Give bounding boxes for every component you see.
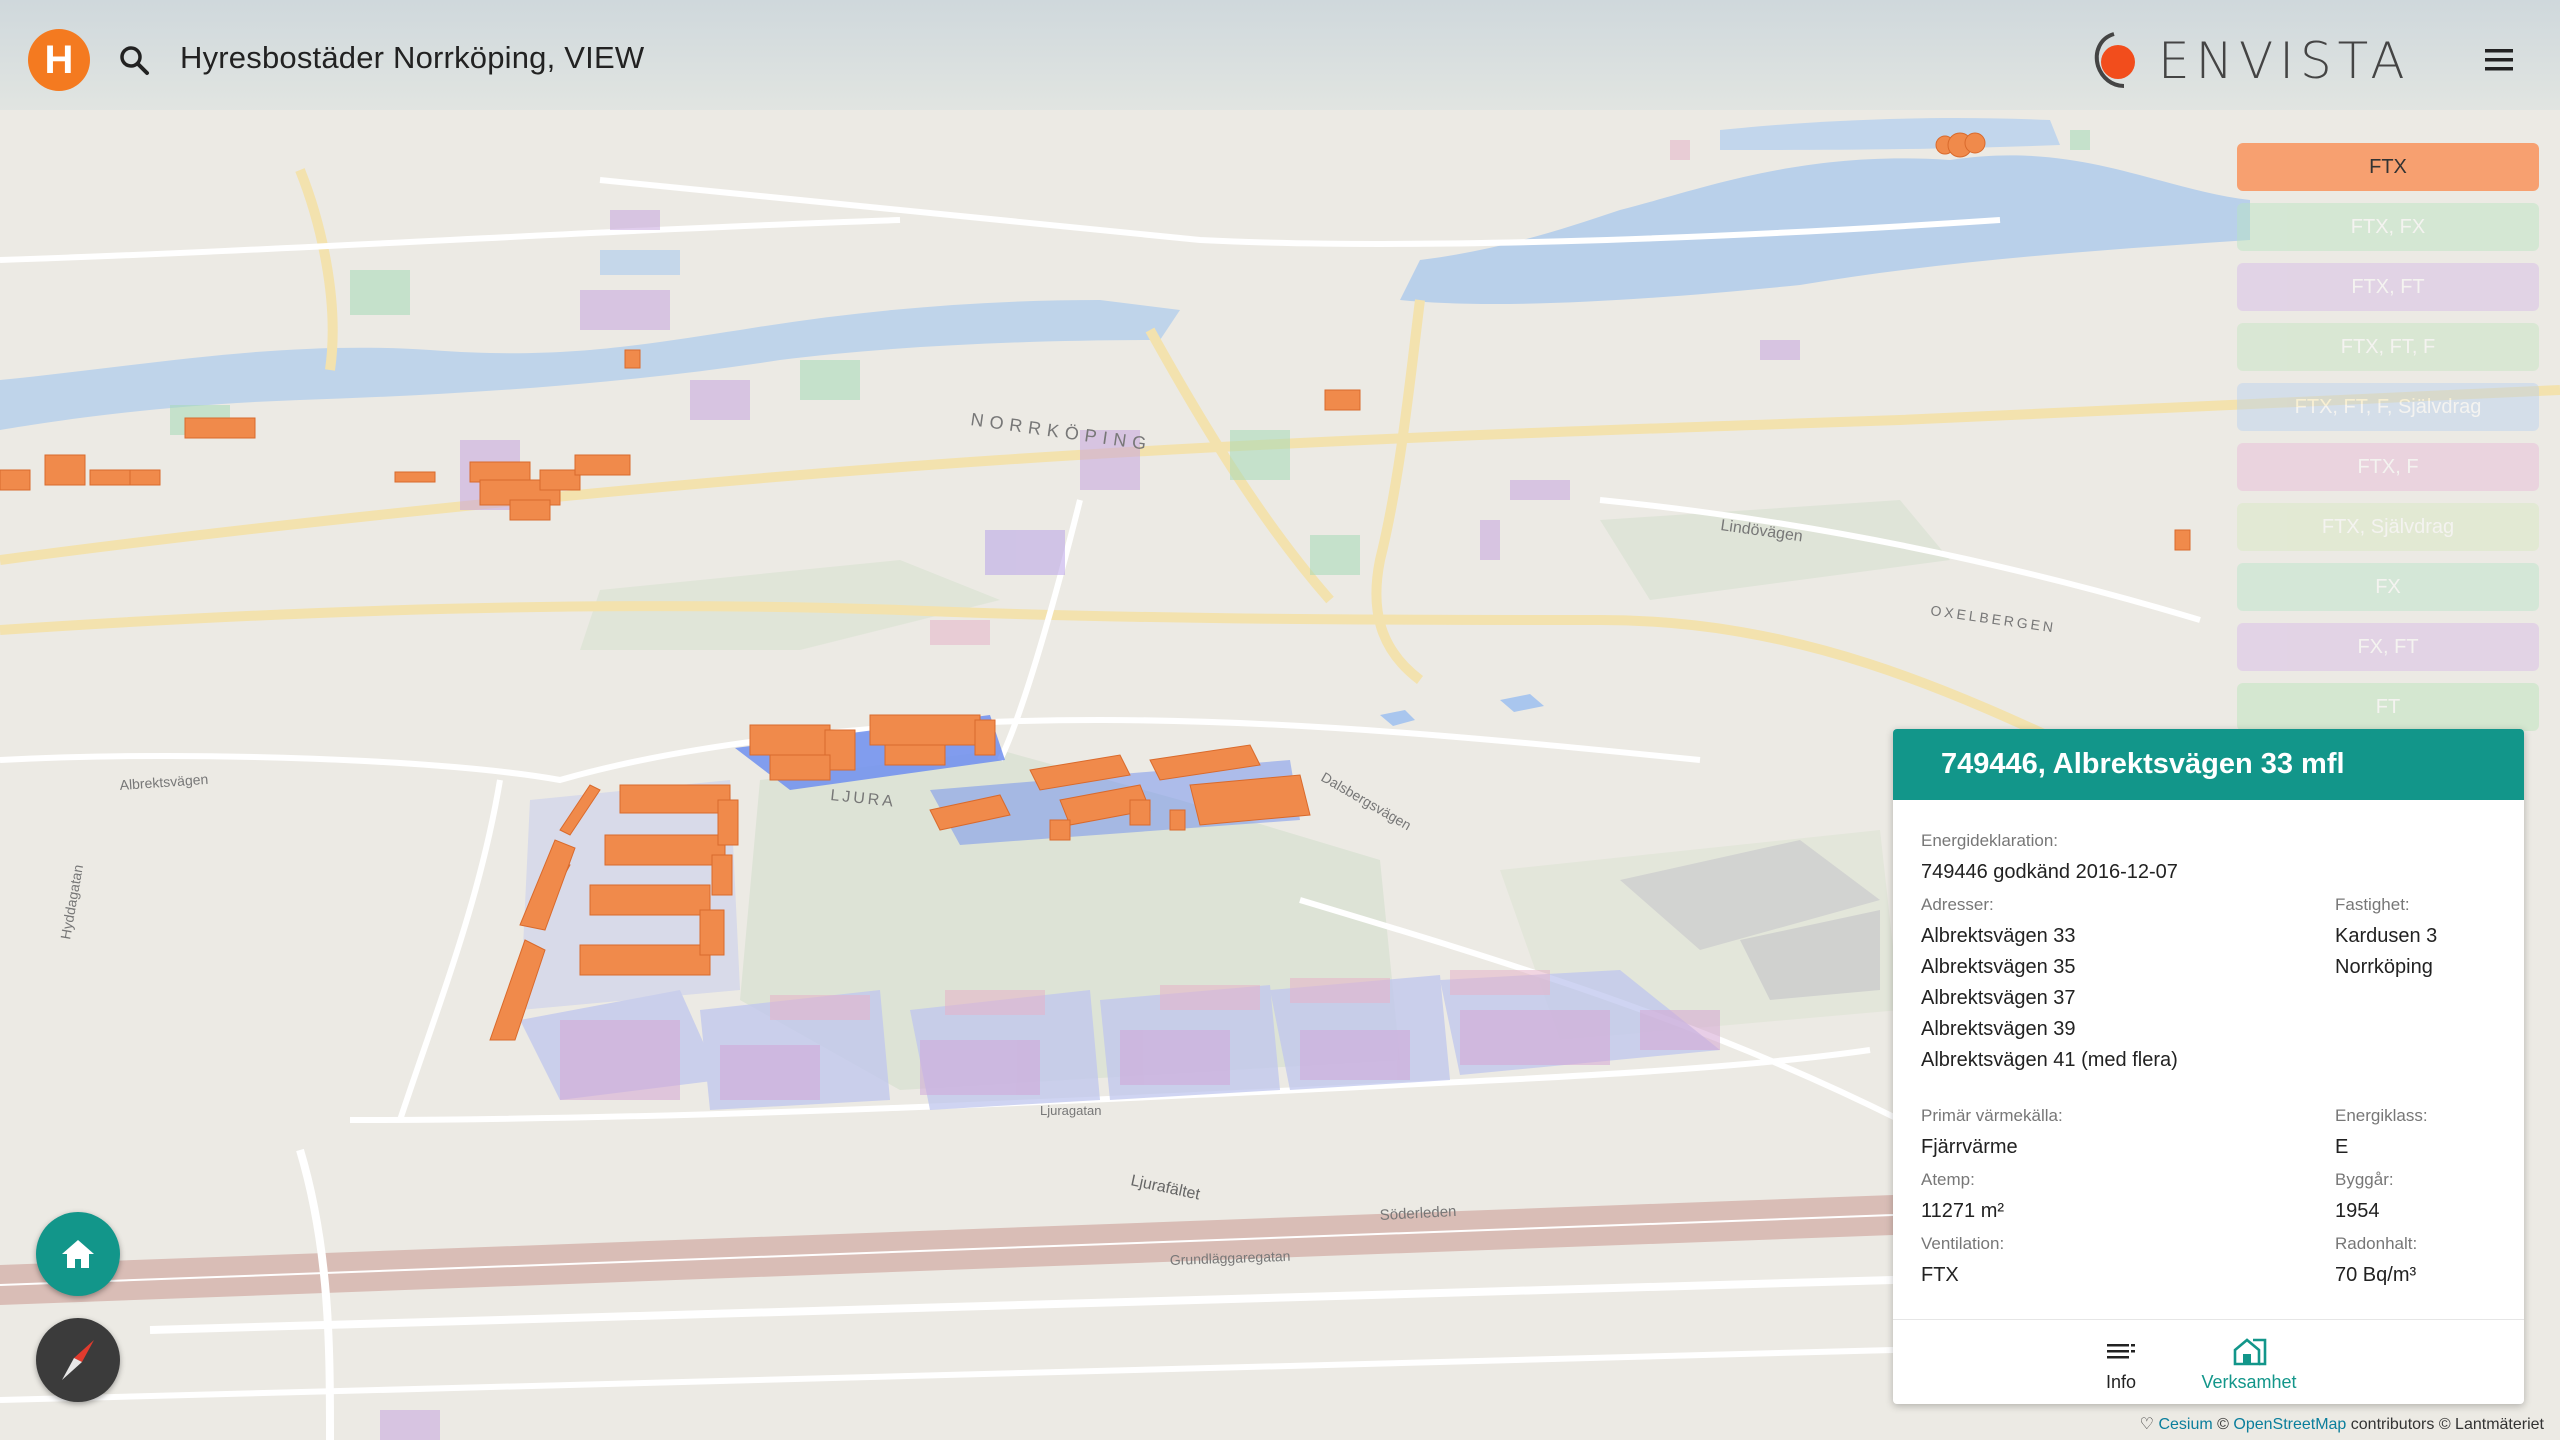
ventilation-label: Ventilation: xyxy=(1921,1234,2005,1253)
home-icon xyxy=(62,1240,94,1268)
map-attribution: ♡ Cesium © OpenStreetMap contributors © … xyxy=(2140,1414,2544,1434)
copyright-symbol: © xyxy=(2217,1416,2229,1433)
legend-item-label: FTX, Självdrag xyxy=(2321,515,2455,538)
legend-item[interactable]: FTX, Självdrag xyxy=(2237,503,2539,551)
legend-item[interactable]: FTX, FX xyxy=(2237,203,2539,251)
brand-name: ENVISTA xyxy=(2158,32,2411,90)
legend-item[interactable]: FTX, FT xyxy=(2237,263,2539,311)
attribution-text: contributors © Lantmäteriet xyxy=(2350,1416,2544,1433)
compass-button[interactable] xyxy=(36,1318,120,1402)
top-bar: H Hyresbostäder Norrköping, VIEW ENVISTA xyxy=(0,0,2560,118)
menu-button[interactable] xyxy=(2480,42,2520,78)
legend-item-label: FTX, FT xyxy=(2351,275,2425,298)
openstreetmap-link[interactable]: OpenStreetMap xyxy=(2233,1416,2346,1433)
energy-class-label: Energiklass: xyxy=(2335,1106,2428,1125)
app-title: Hyresbostäder Norrköping, VIEW xyxy=(180,40,645,75)
legend-item[interactable]: FTX, F xyxy=(2237,443,2539,491)
tab-info[interactable]: Info xyxy=(2066,1332,2176,1394)
atemp-value: 11271 m² xyxy=(1921,1200,2005,1222)
heat-source-label: Primär värmekälla: xyxy=(1921,1106,2063,1125)
list-icon xyxy=(2107,1344,2135,1359)
property-value: Kardusen 3 xyxy=(2335,925,2438,947)
legend-item[interactable]: FTX, FT, F, Självdrag xyxy=(2237,383,2539,431)
heart-icon: ♡ xyxy=(2139,1416,2159,1433)
legend-item-label: FX xyxy=(2375,575,2401,598)
home-button[interactable] xyxy=(36,1212,120,1296)
panel-tabs: Info Verksamhet xyxy=(1893,1319,2524,1404)
legend-item-label: FT xyxy=(2375,695,2401,718)
legend-item[interactable]: FTX, FT, F xyxy=(2237,323,2539,371)
build-year-value: 1954 xyxy=(2335,1200,2380,1222)
legend-item-label: FX, FT xyxy=(2357,635,2419,658)
tab-verksamhet[interactable]: Verksamhet xyxy=(2184,1332,2314,1394)
building-info-panel: 749446, Albrektsvägen 33 mfl Energidekla… xyxy=(1893,729,2524,1404)
energy-declaration-label: Energideklaration: xyxy=(1921,831,2059,850)
logo-letter: H xyxy=(44,37,74,82)
cesium-link[interactable]: Cesium xyxy=(2158,1416,2212,1433)
legend-item[interactable]: FX xyxy=(2237,563,2539,611)
property-municipality: Norrköping xyxy=(2335,956,2433,978)
address-item: Albrektsvägen 37 xyxy=(1921,987,2076,1009)
house-business-icon xyxy=(2233,1338,2267,1366)
panel-header: 749446, Albrektsvägen 33 mfl xyxy=(1893,729,2524,800)
envista-logo[interactable]: ENVISTA xyxy=(2090,28,2460,92)
legend-item-label: FTX xyxy=(2369,155,2407,178)
legend-item-label: FTX, FX xyxy=(2350,215,2426,238)
radon-value: 70 Bq/m³ xyxy=(2335,1264,2417,1286)
ventilation-legend: FTX FTX, FX FTX, FT FTX, FT, F FTX, FT, F, S… xyxy=(2237,143,2539,743)
app-logo[interactable]: H xyxy=(28,29,90,91)
legend-item[interactable]: FX, FT xyxy=(2237,623,2539,671)
ventilation-value: FTX xyxy=(1921,1264,1959,1286)
hamburger-menu-icon xyxy=(2485,49,2513,71)
legend-item[interactable]: FT xyxy=(2237,683,2539,731)
address-item: Albrektsvägen 33 xyxy=(1921,925,2076,947)
heat-source-value: Fjärrvärme xyxy=(1921,1136,2018,1158)
atemp-label: Atemp: xyxy=(1921,1170,1975,1189)
legend-item-label: FTX, FT, F xyxy=(2340,335,2436,358)
panel-title: 749446, Albrektsvägen 33 mfl xyxy=(1941,748,2345,780)
energy-class-value: E xyxy=(2335,1136,2349,1158)
label-ljuragatan: Ljuragatan xyxy=(1040,1103,1101,1118)
property-label: Fastighet: xyxy=(2335,895,2410,914)
radon-label: Radonhalt: xyxy=(2335,1234,2418,1253)
addresses-label: Adresser: xyxy=(1921,895,1994,914)
legend-item-label: FTX, FT, F, Självdrag xyxy=(2294,395,2482,418)
search-icon xyxy=(120,46,149,75)
address-item: Albrektsvägen 41 (med flera) xyxy=(1921,1049,2178,1071)
address-item: Albrektsvägen 39 xyxy=(1921,1018,2076,1040)
compass-icon xyxy=(62,1340,94,1380)
legend-item-label: FTX, F xyxy=(2357,455,2419,478)
legend-item[interactable]: FTX xyxy=(2237,143,2539,191)
address-item: Albrektsvägen 35 xyxy=(1921,956,2076,978)
energy-declaration-value: 749446 godkänd 2016-12-07 xyxy=(1921,861,2178,883)
build-year-label: Byggår: xyxy=(2335,1170,2394,1189)
tab-verksamhet-label: Verksamhet xyxy=(2201,1372,2297,1392)
search-button[interactable] xyxy=(112,38,158,84)
tab-info-label: Info xyxy=(2105,1372,2137,1392)
